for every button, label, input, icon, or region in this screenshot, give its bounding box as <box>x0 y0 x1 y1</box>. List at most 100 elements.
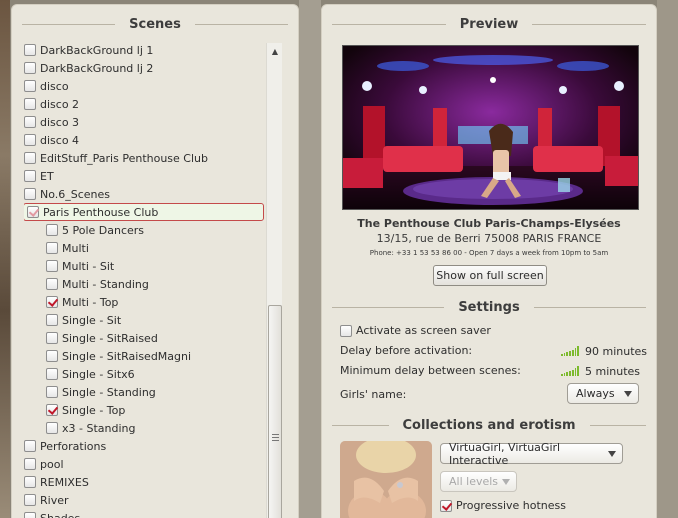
scene-checkbox[interactable] <box>24 134 36 146</box>
header-divider <box>589 424 646 426</box>
scene-item[interactable]: pool <box>24 455 64 473</box>
scene-item[interactable]: Multi - Sit <box>46 257 114 275</box>
scene-item[interactable]: Single - Sitx6 <box>46 365 135 383</box>
header-divider <box>533 306 646 308</box>
scene-label: Multi - Sit <box>62 259 115 273</box>
scene-checkbox[interactable] <box>24 116 36 128</box>
scene-label: DarkBackGround lj 1 <box>40 43 154 57</box>
preview-title: Preview <box>459 16 519 32</box>
levels-dropdown: All levels <box>440 471 517 492</box>
scene-checkbox[interactable] <box>24 476 36 488</box>
scene-item[interactable]: River <box>24 491 69 509</box>
scene-checkbox[interactable] <box>24 440 36 452</box>
background-right-strip <box>657 0 678 518</box>
scroll-thumb[interactable] <box>268 305 282 518</box>
scene-checkbox[interactable] <box>46 332 58 344</box>
scene-item[interactable]: Multi <box>46 239 89 257</box>
scenes-header: Scenes <box>12 14 298 34</box>
show-full-screen-button[interactable]: Show on full screen <box>433 265 547 286</box>
scene-checkbox[interactable] <box>24 188 36 200</box>
scene-item[interactable]: Multi - Standing <box>46 275 149 293</box>
scene-checkbox[interactable] <box>46 314 58 326</box>
scene-checkbox[interactable] <box>46 278 58 290</box>
scene-checkbox[interactable] <box>24 44 36 56</box>
scene-label: Multi <box>62 241 89 255</box>
scene-label: Perforations <box>40 439 107 453</box>
delay-slider-icon[interactable] <box>561 346 580 356</box>
girls-name-value: Always <box>576 387 615 400</box>
progressive-hotness-option[interactable]: Progressive hotness <box>440 499 566 512</box>
progressive-hotness-label: Progressive hotness <box>456 499 566 512</box>
levels-value: All levels <box>449 475 499 488</box>
scene-item[interactable]: REMIXES <box>24 473 89 491</box>
scene-item[interactable]: disco <box>24 77 69 95</box>
scene-item[interactable]: Multi - Top <box>46 293 118 311</box>
collections-title: Collections and erotism <box>402 417 576 433</box>
scene-checkbox[interactable] <box>24 80 36 92</box>
scene-item[interactable]: Perforations <box>24 437 106 455</box>
scene-checkbox[interactable] <box>46 296 58 308</box>
scene-item[interactable]: x3 - Standing <box>46 419 135 437</box>
scene-label: disco 3 <box>40 115 80 129</box>
collection-dropdown[interactable]: VirtuaGirl, VirtuaGirl Interactive <box>440 440 623 467</box>
scene-checkbox[interactable] <box>46 368 58 380</box>
scene-label: Single - Sit <box>62 313 122 327</box>
scene-checkbox[interactable] <box>24 170 36 182</box>
collections-header: Collections and erotism <box>322 415 656 435</box>
girls-name-dropdown[interactable]: Always <box>567 383 639 404</box>
scene-item[interactable]: 5 Pole Dancers <box>46 221 144 239</box>
scene-checkbox[interactable] <box>46 404 58 416</box>
scene-label: Single - Standing <box>62 385 156 399</box>
scene-checkbox[interactable] <box>46 386 58 398</box>
scene-checkbox[interactable] <box>24 512 36 518</box>
scene-item[interactable]: ET <box>24 167 54 185</box>
scene-checkbox[interactable] <box>24 62 36 74</box>
scene-item[interactable]: Single - Sit <box>46 311 121 329</box>
scene-item-selected[interactable]: Paris Penthouse Club <box>24 203 264 221</box>
scene-item[interactable]: DarkBackGround lj 1 <box>24 43 153 59</box>
scene-checkbox[interactable] <box>24 494 36 506</box>
scene-checkbox[interactable] <box>27 206 39 218</box>
progressive-hotness-checkbox[interactable] <box>440 499 452 512</box>
scene-item[interactable]: DarkBackGround lj 2 <box>24 59 153 77</box>
club-phone: Phone: +33 1 53 53 86 00 - Open 7 days a… <box>369 249 609 257</box>
scenes-scrollbar[interactable]: ▲ <box>266 43 282 518</box>
min-delay-value: 5 minutes <box>585 365 641 378</box>
screensaver-checkbox[interactable] <box>340 324 352 337</box>
scene-checkbox[interactable] <box>46 224 58 236</box>
scene-item[interactable]: Single - SitRaisedMagni <box>46 347 191 365</box>
screensaver-option[interactable]: Activate as screen saver <box>340 324 491 337</box>
scene-item[interactable]: disco 3 <box>24 113 79 131</box>
scene-item[interactable]: Single - SitRaised <box>46 329 158 347</box>
screensaver-label: Activate as screen saver <box>356 324 491 337</box>
scene-checkbox[interactable] <box>24 152 36 164</box>
scene-checkbox[interactable] <box>46 242 58 254</box>
min-delay-slider-icon[interactable] <box>561 366 580 376</box>
club-name: The Penthouse Club Paris-Champs-Elysées <box>357 217 621 230</box>
scene-item[interactable]: No.6_Scenes <box>24 185 110 203</box>
scene-item[interactable]: EditStuff_Paris Penthouse Club <box>24 149 208 167</box>
scene-checkbox[interactable] <box>24 98 36 110</box>
scene-checkbox[interactable] <box>24 458 36 470</box>
scene-item[interactable]: disco 4 <box>24 131 79 149</box>
scene-list: DarkBackGround lj 1 DarkBackGround lj 2 di… <box>24 43 268 518</box>
scene-label: Single - Top <box>62 403 126 417</box>
scene-checkbox[interactable] <box>46 422 58 434</box>
chevron-down-icon <box>608 451 616 457</box>
scene-item[interactable]: Single - Top <box>46 401 125 419</box>
collection-value: VirtuaGirl, VirtuaGirl Interactive <box>449 440 561 467</box>
background-gap <box>299 0 321 518</box>
scene-item[interactable]: disco 2 <box>24 95 79 113</box>
scene-item[interactable]: Single - Standing <box>46 383 156 401</box>
scene-checkbox[interactable] <box>46 260 58 272</box>
header-divider <box>332 23 446 25</box>
scene-label: Single - SitRaised <box>62 331 158 345</box>
scene-item[interactable]: Shades <box>24 509 80 518</box>
scene-checkbox[interactable] <box>46 350 58 362</box>
scroll-up-arrow-icon[interactable]: ▲ <box>267 43 283 59</box>
collection-thumbnail <box>340 441 432 518</box>
header-divider <box>194 23 289 25</box>
scene-label: No.6_Scenes <box>40 187 111 201</box>
collection-thumbnail-illustration <box>340 441 432 518</box>
girls-name-label: Girls' name: <box>340 388 407 401</box>
